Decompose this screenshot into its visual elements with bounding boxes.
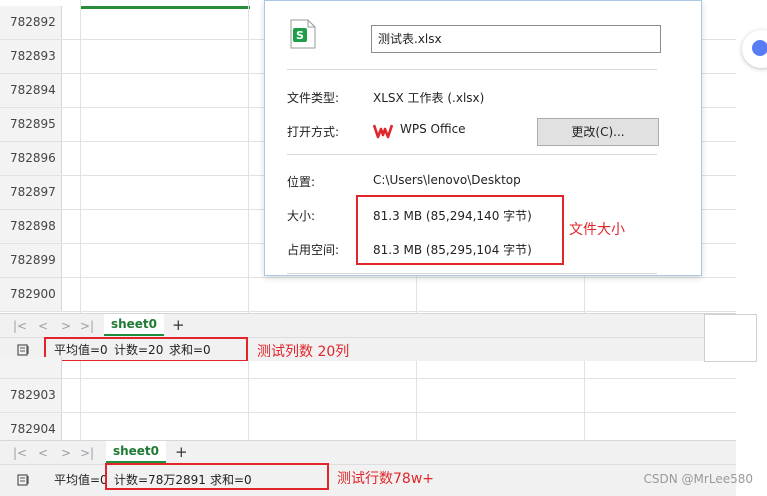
prev-sheet-icon[interactable]: < <box>38 444 48 462</box>
filename-field[interactable]: 测试表.xlsx <box>371 25 661 53</box>
wps-logo-icon <box>373 124 393 139</box>
column-divider <box>584 361 585 441</box>
column-divider <box>248 0 249 314</box>
column-divider <box>416 276 417 314</box>
svg-text:S: S <box>296 29 304 42</box>
row-number[interactable]: 782903 <box>0 379 62 412</box>
column-divider <box>80 0 81 314</box>
right-panel <box>736 0 767 496</box>
file-size-annotation: 文件大小 <box>569 222 625 238</box>
spreadsheet-bottom: 782903 782904 <box>0 357 736 447</box>
row-number[interactable]: 782895 <box>0 108 62 141</box>
count-rows-highlight <box>105 463 329 490</box>
tab-sheet0[interactable]: sheet0 <box>104 314 164 336</box>
watermark: CSDN @MrLee580 <box>643 472 753 486</box>
row-number[interactable]: 782898 <box>0 210 62 243</box>
prev-sheet-icon[interactable]: < <box>38 317 48 335</box>
add-sheet-icon[interactable]: + <box>172 316 185 334</box>
row-number[interactable]: 782892 <box>0 6 62 39</box>
table-row[interactable] <box>0 357 736 379</box>
row-number[interactable]: 782894 <box>0 74 62 107</box>
divider <box>287 69 657 70</box>
disk-size-label: 占用空间: <box>287 243 340 257</box>
rows-test-annotation: 测试行数78w+ <box>337 471 434 487</box>
row-number[interactable] <box>0 357 62 378</box>
add-sheet-icon[interactable]: + <box>175 443 188 461</box>
column-divider <box>584 276 585 314</box>
location-value: C:\Users\lenovo\Desktop <box>373 173 521 187</box>
row-number[interactable]: 782896 <box>0 142 62 175</box>
status-settings-icon[interactable] <box>17 343 31 357</box>
row-number[interactable]: 782899 <box>0 244 62 277</box>
next-sheet-icon[interactable]: > <box>61 444 71 462</box>
tab-sheet0[interactable]: sheet0 <box>106 441 166 463</box>
open-with-value: WPS Office <box>400 122 466 136</box>
row-number[interactable]: 782900 <box>0 278 62 311</box>
assistant-icon <box>752 40 767 56</box>
side-panel-box <box>704 314 757 362</box>
location-label: 位置: <box>287 175 316 189</box>
divider <box>287 154 657 155</box>
file-type-value: XLSX 工作表 (.xlsx) <box>373 91 485 105</box>
first-sheet-icon[interactable]: |< <box>13 444 27 462</box>
sheet-tab-bar: |< < > >| sheet0 + <box>0 313 736 337</box>
divider <box>287 273 657 274</box>
file-size-highlight <box>356 195 564 265</box>
file-type-label: 文件类型: <box>287 91 340 105</box>
wps-spreadsheet-file-icon: S <box>290 19 316 49</box>
next-sheet-icon[interactable]: > <box>61 317 71 335</box>
size-label: 大小: <box>287 209 316 223</box>
column-divider <box>80 361 81 441</box>
last-sheet-icon[interactable]: >| <box>80 317 94 335</box>
column-divider <box>416 361 417 441</box>
table-row[interactable]: 782903 <box>0 379 736 413</box>
last-sheet-icon[interactable]: >| <box>80 444 94 462</box>
sheet-tab-bar: |< < > >| sheet0 + <box>0 440 736 464</box>
average-stat: 平均值=0 <box>54 473 108 487</box>
change-button[interactable]: 更改(C)... <box>537 118 659 146</box>
row-number[interactable]: 782897 <box>0 176 62 209</box>
row-number[interactable]: 782893 <box>0 40 62 73</box>
first-sheet-icon[interactable]: |< <box>13 317 27 335</box>
table-row[interactable]: 782900 <box>0 278 736 312</box>
column-divider <box>248 361 249 441</box>
open-with-label: 打开方式: <box>287 125 340 139</box>
status-settings-icon[interactable] <box>17 473 31 487</box>
